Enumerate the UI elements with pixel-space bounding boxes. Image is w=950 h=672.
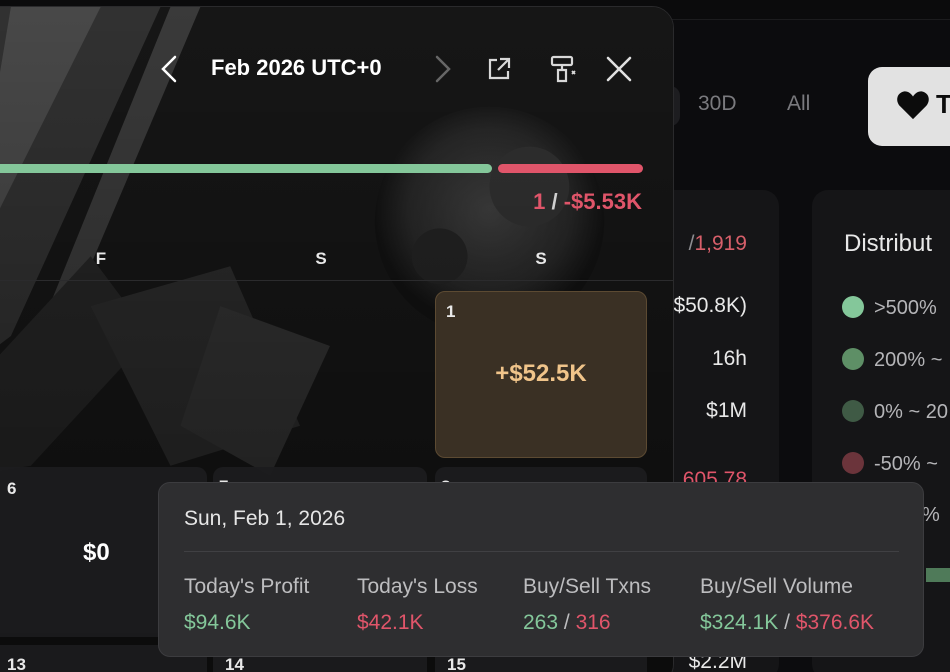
distribution-item: >500% xyxy=(842,296,937,320)
day-pnl: +$52.5K xyxy=(495,360,587,387)
tooltip-txns: Buy/Sell Txns 263 / 316 xyxy=(523,575,651,635)
day-number: 15 xyxy=(447,655,466,672)
day-number: 14 xyxy=(225,655,244,672)
stat-buy-sell-count: /1,919 xyxy=(688,232,747,255)
tooltip-date: Sun, Feb 1, 2026 xyxy=(184,507,346,530)
prev-month-button[interactable] xyxy=(155,49,185,89)
day-number: 6 xyxy=(7,479,17,498)
customize-button[interactable] xyxy=(545,49,581,89)
paint-roller-icon xyxy=(550,55,576,83)
tooltip-divider xyxy=(184,551,899,552)
next-month-button[interactable] xyxy=(427,49,457,89)
track-button-label: T xyxy=(936,89,950,119)
volume-label: Buy/Sell Volume xyxy=(700,575,853,598)
loss-value: $42.1K xyxy=(357,611,424,634)
day-cell-1[interactable]: 1 +$52.5K xyxy=(435,291,647,458)
legend-dot xyxy=(842,348,864,370)
heart-icon xyxy=(897,91,929,120)
profit-label: Today's Profit xyxy=(184,575,310,598)
weekday-divider xyxy=(0,280,673,281)
stat-row-4: $1M xyxy=(706,399,747,422)
distribution-item: -50% ~ xyxy=(842,452,938,476)
loss-label: Today's Loss xyxy=(357,575,478,598)
external-link-icon xyxy=(488,57,511,80)
weekday-sat: S xyxy=(315,249,327,268)
day-number: 1 xyxy=(446,302,456,321)
range-pill-all[interactable]: All xyxy=(787,92,810,116)
legend-dot xyxy=(842,452,864,474)
loss-summary: 1 / -$5.53K xyxy=(533,189,642,214)
month-label: Feb 2026 UTC+0 xyxy=(211,55,382,80)
range-pill-30d[interactable]: 30D xyxy=(698,92,737,116)
profit-value: $94.6K xyxy=(184,611,251,634)
distribution-item: 0% ~ 20 xyxy=(842,400,948,424)
day-number: 13 xyxy=(7,655,26,672)
modal-header: Feb 2026 UTC+0 xyxy=(0,7,673,127)
loss-ratio-bar xyxy=(498,164,643,173)
distribution-bar xyxy=(926,568,950,582)
close-button[interactable] xyxy=(601,49,637,89)
chevron-right-icon xyxy=(435,55,451,83)
day-detail-tooltip: Sun, Feb 1, 2026 Today's Profit $94.6K T… xyxy=(158,482,924,657)
stat-row-2: $50.8K) xyxy=(673,294,747,317)
tooltip-profit: Today's Profit $94.6K xyxy=(184,575,309,635)
legend-dot xyxy=(842,400,864,422)
distribution-title: Distribut xyxy=(844,230,933,257)
win-ratio-bar xyxy=(0,164,492,173)
close-icon xyxy=(606,56,632,82)
txns-value: 263 / 316 xyxy=(523,611,611,634)
tooltip-loss: Today's Loss $42.1K xyxy=(357,575,478,635)
legend-dot xyxy=(842,296,864,318)
distribution-item: % xyxy=(922,504,940,526)
volume-value: $324.1K / $376.6K xyxy=(700,611,875,634)
track-button[interactable]: T xyxy=(868,67,950,146)
tooltip-volume: Buy/Sell Volume $324.1K / $376.6K xyxy=(700,575,874,635)
chevron-left-icon xyxy=(161,55,177,83)
distribution-item: 200% ~ xyxy=(842,348,942,372)
weekday-fri: F xyxy=(95,249,107,268)
weekday-sun: S xyxy=(535,249,547,268)
open-external-button[interactable] xyxy=(481,49,517,89)
stat-row-3: 16h xyxy=(711,347,747,370)
txns-label: Buy/Sell Txns xyxy=(523,575,651,598)
